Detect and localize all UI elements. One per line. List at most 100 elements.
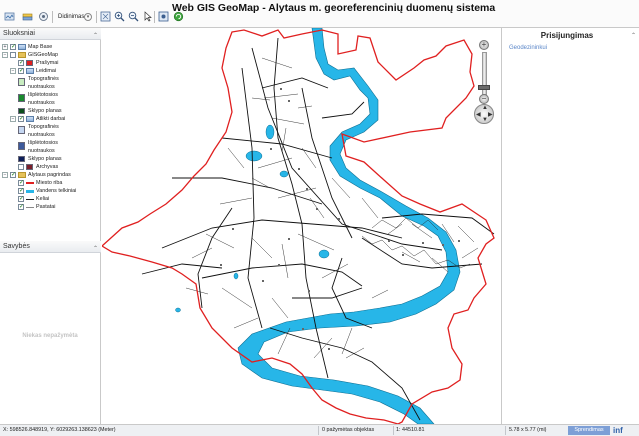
legend-swatch [18,126,25,134]
layer-label: Alytaus pagrindas [28,172,71,178]
settings-icon[interactable] [38,11,49,22]
layer-checkbox[interactable] [18,67,24,75]
folder-icon [18,52,26,58]
layers-icon[interactable] [22,11,33,22]
legend-swatch [18,94,25,102]
map-layer-icon [18,44,26,50]
layer-checkbox[interactable] [18,164,24,170]
extent-readout: 5.78 x 5.77 (mi) [509,427,547,433]
layer-checkbox[interactable] [18,187,24,195]
status-bar: X: 598526.848919, Y: 6029263.138623 (Met… [0,424,639,436]
pan-left-icon[interactable]: ◀ [476,111,481,118]
status-separator [318,426,319,435]
legend-line [26,190,34,193]
info-icon[interactable]: inf [613,425,637,436]
zoom-slider-thumb[interactable] [478,85,490,90]
layer-label: Prašymai [36,60,59,66]
map-canvas[interactable]: + − ▲ ▼ ◀ ▶ [102,28,500,424]
layer-label: Sklypo planas [28,156,62,162]
map-svg[interactable] [102,28,500,424]
layer-label: Map Base [28,44,53,50]
expand-icon[interactable]: + [2,44,8,50]
zoom-extent-icon[interactable] [100,11,111,22]
collapse-icon[interactable]: ⌃ [631,32,636,39]
collapse-tree-icon[interactable]: − [2,172,8,178]
lake [245,150,263,162]
tool-mode-select[interactable]: Didinimas ▾ [57,12,93,22]
login-panel: Prisijungimas ⌃ Geodezininkui [501,28,639,424]
pan-right-icon[interactable]: ▶ [488,111,493,118]
legend-swatch [26,164,33,170]
legend-swatch [18,142,25,150]
layer-checkbox[interactable] [18,195,24,203]
selection-count: 0 pažymėtas objektas [322,427,375,433]
zoom-out-button[interactable]: − [479,94,489,104]
login-title: Prisijungimas [540,31,594,40]
layer-checkbox[interactable] [18,59,24,67]
status-separator [393,426,394,435]
chevron-down-icon: ▾ [84,13,92,21]
layer-checkbox[interactable] [18,179,24,187]
toolbar-separator [52,11,53,23]
collapse-icon[interactable]: ⌃ [93,243,98,255]
layer-checkbox[interactable] [18,203,24,211]
lake [233,272,239,280]
collapse-tree-icon[interactable]: − [2,52,8,58]
geodesist-link[interactable]: Geodezininkui [509,45,547,51]
solution-button[interactable]: Sprendimas [568,426,610,435]
layer-checkbox[interactable] [18,115,24,123]
identify-icon[interactable] [158,11,169,22]
status-separator [505,426,506,435]
layer-label: Topografinės [28,76,59,82]
layer-label: Keliai [36,196,50,202]
left-panel: Sluoksniai ⌃ + Map Base − GISGeoMap Praš… [0,28,101,424]
collapse-icon[interactable]: ⌃ [93,30,98,42]
tool-mode-value: Didinimas [58,14,85,20]
layer-label: Archyvas [36,164,59,170]
layer-group-icon [26,116,34,122]
lake [175,307,181,313]
legend-line [26,207,34,208]
folder-icon [18,172,26,178]
collapse-tree-icon[interactable]: − [10,68,16,74]
layer-label: Sklypo planas [28,108,62,114]
legend-swatch [18,156,25,162]
layer-label: GISGeoMap [28,52,58,58]
zoom-out-icon[interactable] [128,11,139,22]
toolbar-separator [96,11,97,23]
layer-group-icon [26,68,34,74]
layer-label: Topografinės [28,124,59,130]
layers-panel-header[interactable]: Sluoksniai ⌃ [0,28,101,40]
layer-label: Vandens telkiniai [36,188,77,194]
lake [279,170,289,178]
scale-readout: 1: 44510.81 [396,427,425,433]
lake [265,124,275,140]
collapse-tree-icon[interactable]: − [10,116,16,122]
lake [318,249,330,259]
pointer-icon[interactable] [142,11,153,22]
pan-control[interactable]: ▲ ▼ ◀ ▶ [474,104,494,124]
layer-label: Miesto riba [36,180,63,186]
layer-label: Pastatai [36,204,56,210]
layer-label: nuotraukos [28,84,55,90]
refresh-icon[interactable] [173,11,184,22]
legend-swatch [18,108,25,114]
zoom-in-icon[interactable] [114,11,125,22]
legend-line [26,199,34,200]
zoom-control: + − ▲ ▼ ◀ ▶ [474,38,494,132]
properties-empty-text: Niekas nepažymėta [22,333,78,339]
zoom-in-button[interactable]: + [479,40,489,50]
home-icon[interactable] [4,11,15,22]
toolbar: Web GIS GeoMap - Alytaus m. georeferenci… [0,0,639,28]
layers-panel-title: Sluoksniai [3,30,35,37]
layer-checkbox[interactable] [10,171,16,179]
layer-checkbox[interactable] [10,43,16,51]
layer-label: Leidimai [36,68,57,74]
properties-panel-title: Savybės [3,243,30,250]
app-title: Web GIS GeoMap - Alytaus m. georeferenci… [172,2,496,14]
layer-checkbox[interactable] [10,52,16,58]
legend-swatch [18,78,25,86]
legend-swatch [26,60,33,66]
properties-panel-header[interactable]: Savybės ⌃ [0,241,101,253]
layer-label: Išplėtotosios [28,140,58,146]
